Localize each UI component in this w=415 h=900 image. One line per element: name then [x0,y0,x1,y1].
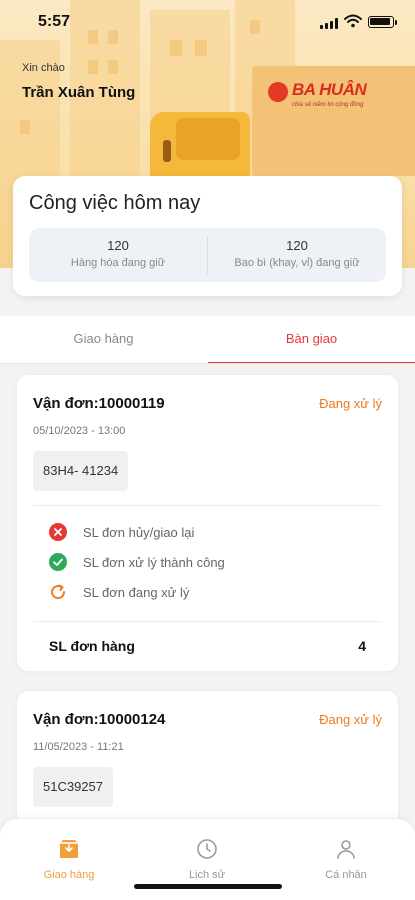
order-id: Vận đơn:10000124 [33,711,166,728]
brand-logo: BA HUÂN chia sẻ niềm tin cộng đồng [268,78,386,118]
stats-panel: 120 Hàng hóa đang giữ 120 Bao bì (khay, … [29,228,386,282]
home-indicator [134,884,282,889]
battery-icon [368,16,397,28]
today-work-title: Công việc hôm nay [29,192,201,214]
wifi-icon [344,14,362,28]
status-bar: 5:57 [0,0,415,44]
stat-packaging-held: 120 Bao bì (khay, vỉ) đang giữ [234,238,360,269]
nav-profile[interactable]: Cá nhân [277,837,415,881]
refresh-icon [49,583,67,601]
order-status: Đang xử lý [319,396,382,411]
total-orders-label: SL đơn hàng [49,638,135,654]
stat-goods-held: 120 Hàng hóa đang giữ [70,238,166,269]
user-name: Trần Xuân Tùng [22,84,136,101]
vehicle-plate: 83H4- 41234 [33,451,129,491]
tab-handover[interactable]: Bàn giao [208,316,415,364]
clock-icon [197,839,217,859]
today-work-card: Công việc hôm nay 120 Hàng hóa đang giữ … [13,176,402,296]
total-orders-value: 4 [358,638,366,654]
tab-bar: Giao hàng Bàn giao [0,316,415,364]
vehicle-plate: 51C39257 [33,767,113,807]
order-date: 05/10/2023 - 13:00 [33,425,126,437]
order-date: 11/05/2023 - 11:21 [33,741,124,753]
tab-delivery[interactable]: Giao hàng [0,316,207,364]
cancel-icon [49,523,67,541]
nav-delivery[interactable]: Giao hàng [0,837,138,881]
check-icon [49,553,67,571]
greeting-text: Xin chào [22,62,65,74]
order-id: Vận đơn:10000119 [33,395,165,412]
signal-icon [320,18,340,29]
order-card[interactable]: Vận đơn:10000119 Đang xử lý 05/10/2023 -… [16,374,399,672]
order-status: Đang xử lý [319,712,382,727]
status-time: 5:57 [38,13,71,30]
box-icon [60,840,78,858]
nav-history[interactable]: Lịch sử [138,837,276,881]
user-icon [337,840,355,859]
